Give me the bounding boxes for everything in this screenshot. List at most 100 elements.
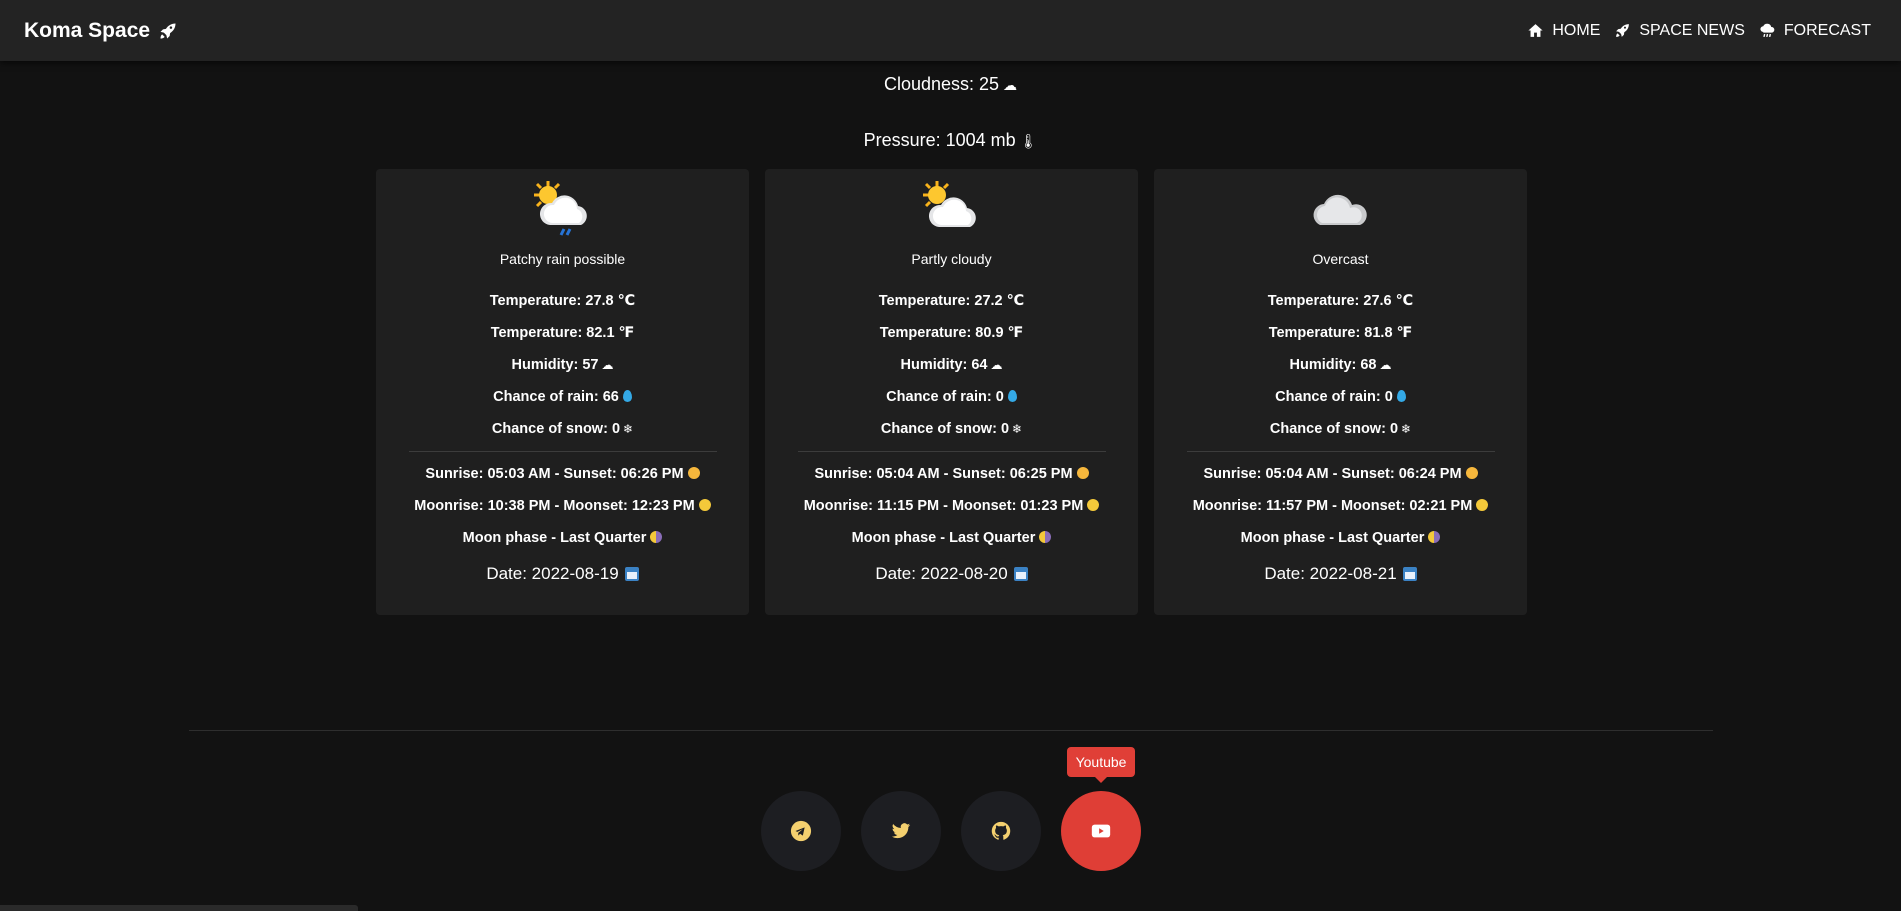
snowflake-icon: ❄	[1012, 422, 1023, 436]
forecast-date: Date: 2022-08-19	[486, 564, 639, 584]
youtube-icon	[1091, 824, 1111, 838]
moon-phase: Moon phase - Last Quarter	[463, 530, 663, 546]
sun-icon	[687, 467, 700, 479]
chance-of-rain: Chance of rain: 0	[1275, 389, 1406, 405]
droplet-icon	[622, 390, 632, 402]
moon-phase: Moon phase - Last Quarter	[852, 530, 1052, 546]
telegram-button[interactable]	[761, 791, 841, 871]
twitter-button[interactable]	[861, 791, 941, 871]
droplet-icon	[1007, 390, 1017, 402]
condition-text: Partly cloudy	[911, 251, 992, 267]
forecast-card: Overcast Temperature: 27.6 ℃ Temperature…	[1154, 169, 1527, 615]
astro-info: Sunrise: 05:03 AM - Sunset: 06:26 PM Moo…	[414, 466, 711, 584]
telegram-icon	[790, 820, 812, 842]
moon-icon	[1087, 499, 1100, 511]
sunrise-sunset: Sunrise: 05:04 AM - Sunset: 06:25 PM	[814, 466, 1089, 482]
nav-links: HOME SPACE NEWS FORECAST	[1527, 22, 1877, 40]
astro-info: Sunrise: 05:04 AM - Sunset: 06:24 PM Moo…	[1193, 466, 1489, 584]
humidity: Humidity: 57 ☁	[511, 357, 614, 373]
humidity: Humidity: 68 ☁	[1289, 357, 1392, 373]
nav-home-label: HOME	[1552, 21, 1601, 39]
github-icon	[991, 821, 1011, 840]
snowflake-icon: ❄	[623, 422, 634, 436]
sun-cloud-icon	[922, 181, 976, 227]
weather-stats: Temperature: 27.8 ℃ Temperature: 82.1 ℉ …	[490, 293, 635, 437]
forecast-date: Date: 2022-08-21	[1264, 564, 1417, 584]
forecast-card: Patchy rain possible Temperature: 27.8 ℃…	[376, 169, 749, 615]
moon-phase: Moon phase - Last Quarter	[1241, 530, 1441, 546]
navbar: Koma Space HOME SPACE NEWS FORECAST	[0, 0, 1901, 61]
moon-phase-icon	[1428, 531, 1441, 543]
calendar-icon	[1013, 567, 1028, 581]
sunrise-sunset: Sunrise: 05:03 AM - Sunset: 06:26 PM	[425, 466, 700, 482]
thermometer-icon: 🌡	[1019, 133, 1038, 149]
cloud-icon: ☁	[1379, 358, 1392, 372]
moon-phase-icon	[1039, 531, 1052, 543]
chance-of-snow: Chance of snow: 0 ❄	[491, 421, 634, 437]
tooltip-label: Youtube	[1075, 754, 1127, 770]
brand-name: Koma Space	[24, 18, 151, 42]
brand-link[interactable]: Koma Space	[24, 19, 178, 43]
cloudiness-line: Cloudness: 25 ☁	[0, 74, 1901, 95]
moon-phase-icon	[650, 531, 663, 543]
astro-info: Sunrise: 05:04 AM - Sunset: 06:25 PM Moo…	[804, 466, 1100, 584]
forecast-date: Date: 2022-08-20	[875, 564, 1028, 584]
home-icon	[1528, 24, 1543, 37]
nav-forecast-label: FORECAST	[1783, 21, 1871, 39]
rocket-icon	[1616, 24, 1630, 37]
droplet-icon	[1396, 390, 1406, 402]
social-links	[761, 791, 1141, 871]
rocket-icon	[160, 23, 176, 38]
sunrise-sunset: Sunrise: 05:04 AM - Sunset: 06:24 PM	[1203, 466, 1478, 482]
temperature-c: Temperature: 27.2 ℃	[878, 293, 1025, 309]
youtube-button[interactable]	[1061, 791, 1141, 871]
cloud-icon: ☁	[601, 358, 614, 372]
chance-of-snow: Chance of snow: 0 ❄	[880, 421, 1023, 437]
moonrise-moonset: Moonrise: 10:38 PM - Moonset: 12:23 PM	[414, 498, 711, 514]
nav-home[interactable]: HOME	[1527, 22, 1600, 40]
chance-of-rain: Chance of rain: 0	[886, 389, 1017, 405]
youtube-tooltip: Youtube	[1067, 747, 1135, 783]
pressure-line: Pressure: 1004 mb 🌡	[0, 130, 1901, 151]
condition-text: Patchy rain possible	[499, 251, 626, 267]
temperature-c: Temperature: 27.8 ℃	[489, 293, 636, 309]
sun-icon	[1465, 467, 1478, 479]
condition-text: Overcast	[1312, 251, 1369, 267]
cloud-icon	[1313, 194, 1367, 225]
divider	[408, 451, 717, 452]
snowflake-icon: ❄	[1401, 422, 1412, 436]
moon-icon	[698, 499, 711, 511]
temperature-c: Temperature: 27.6 ℃	[1267, 293, 1414, 309]
github-button[interactable]	[961, 791, 1041, 871]
footer-divider	[189, 730, 1713, 731]
moonrise-moonset: Moonrise: 11:15 PM - Moonset: 01:23 PM	[804, 498, 1100, 514]
divider	[1186, 451, 1495, 452]
nav-forecast[interactable]: FORECAST	[1759, 22, 1871, 40]
forecast-card: Partly cloudy Temperature: 27.2 ℃ Temper…	[765, 169, 1138, 615]
weather-stats: Temperature: 27.6 ℃ Temperature: 81.8 ℉ …	[1268, 293, 1413, 437]
cloudiness-text: Cloudness: 25	[883, 74, 1000, 94]
temperature-f: Temperature: 80.9 ℉	[879, 325, 1024, 341]
storm-cloud-icon	[1760, 23, 1775, 38]
chance-of-snow: Chance of snow: 0 ❄	[1269, 421, 1412, 437]
calendar-icon	[624, 567, 639, 581]
nav-space-news-label: SPACE NEWS	[1639, 21, 1745, 39]
divider	[797, 451, 1106, 452]
calendar-icon	[1402, 567, 1417, 581]
sun-icon	[1076, 467, 1089, 479]
forecast-cards: Patchy rain possible Temperature: 27.8 ℃…	[376, 169, 1527, 615]
twitter-icon	[891, 823, 911, 839]
sun-cloud-rain-icon	[533, 181, 587, 236]
temperature-f: Temperature: 82.1 ℉	[490, 325, 635, 341]
nav-space-news[interactable]: SPACE NEWS	[1614, 22, 1745, 40]
pressure-text: Pressure: 1004 mb	[863, 130, 1016, 150]
weather-stats: Temperature: 27.2 ℃ Temperature: 80.9 ℉ …	[879, 293, 1024, 437]
moonrise-moonset: Moonrise: 11:57 PM - Moonset: 02:21 PM	[1193, 498, 1489, 514]
moon-icon	[1476, 499, 1489, 511]
chance-of-rain: Chance of rain: 66	[493, 389, 632, 405]
horizontal-scrollbar[interactable]	[0, 905, 358, 911]
cloud-icon: ☁	[1003, 77, 1018, 93]
humidity: Humidity: 64 ☁	[900, 357, 1003, 373]
temperature-f: Temperature: 81.8 ℉	[1268, 325, 1413, 341]
cloud-icon: ☁	[990, 358, 1003, 372]
